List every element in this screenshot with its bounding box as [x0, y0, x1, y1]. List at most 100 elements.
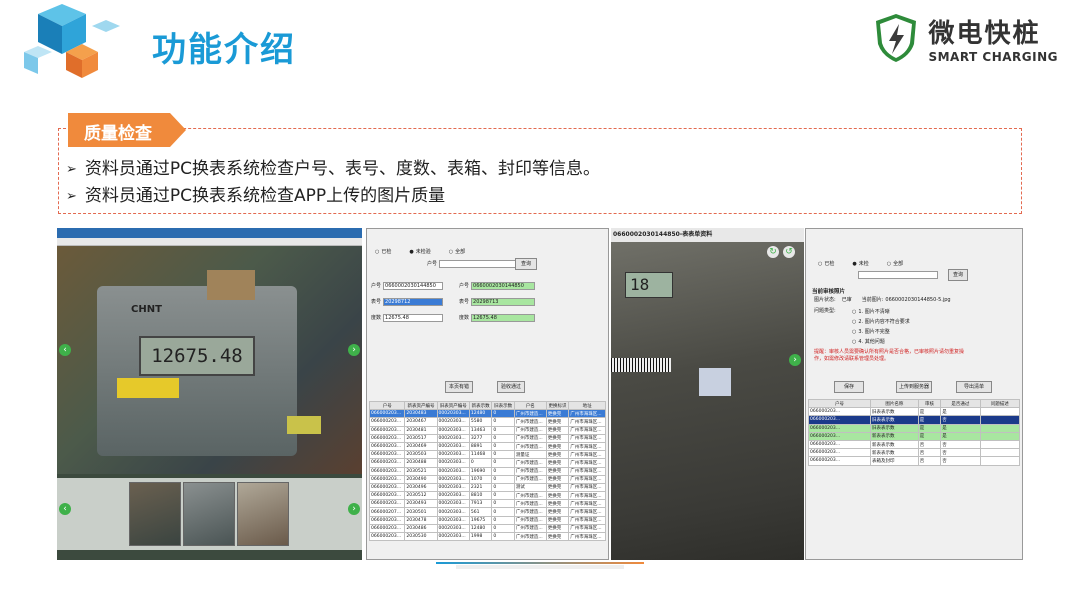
rotate-icon[interactable]: ↻	[767, 246, 779, 258]
table-cell: 2030503	[404, 450, 438, 460]
column-header[interactable]: 旧表示数	[491, 400, 515, 411]
thumbnail[interactable]	[183, 482, 235, 546]
next-arrow-icon[interactable]: ›	[348, 344, 360, 356]
table-cell: 0	[491, 466, 515, 476]
prev-arrow-icon[interactable]: ‹	[59, 344, 71, 356]
search-input[interactable]	[439, 259, 520, 268]
photo-header: 0660002030144850-表表单资料	[611, 228, 804, 242]
issue-option[interactable]: ○ 1. 图片不清晰	[852, 307, 890, 316]
table-cell: 00020303...	[436, 523, 470, 534]
table-cell: 066000203...	[808, 456, 871, 466]
new-reading-row: 度数 12675.48	[371, 313, 444, 322]
table-cell: 更换完	[545, 417, 570, 427]
column-header[interactable]: 户名	[513, 400, 547, 411]
table-cell: 066000203...	[808, 448, 871, 458]
table-cell: 0	[468, 458, 493, 468]
table-cell: 066000203...	[808, 423, 871, 433]
table-row[interactable]: 066000203... 2030488 00020303... 0 0 广州市建造...…	[368, 458, 606, 468]
issue-option[interactable]: ○ 4. 其他问题	[852, 337, 885, 346]
pass-button[interactable]: 验收通过	[497, 381, 525, 393]
column-header[interactable]: 是否通过	[940, 398, 981, 409]
table-cell: 是	[917, 431, 942, 441]
table-row[interactable]: 066000203... 旧表表示数是否	[808, 415, 1021, 425]
table-row[interactable]: 066000203... 2030512 00020303... 8810 0 广州市建造…	[368, 491, 606, 501]
next-arrow-icon[interactable]: ›	[348, 503, 360, 515]
table-cell: 066000203...	[368, 433, 406, 443]
table-cell: 广州市海珠区...	[568, 466, 606, 476]
thumbnail[interactable]	[237, 482, 289, 546]
column-header[interactable]: 新表资产编号	[404, 400, 438, 411]
table-row[interactable]: 066000203... 新表表示数否否	[808, 448, 1021, 458]
column-header[interactable]: 地址	[568, 400, 606, 411]
table-cell: 00020303...	[436, 450, 470, 460]
column-header[interactable]: 户号	[808, 398, 871, 409]
table-cell: 广州市建造...	[513, 499, 547, 509]
table-header-row: 户号 图片名称 审核 是否通过 问题描述	[808, 398, 1021, 409]
save-button[interactable]: 保存	[834, 381, 864, 393]
table-row[interactable]: 066000203... 2030469 00020303... 8891 0 广州市建造…	[368, 441, 606, 452]
table-cell: 066000203...	[368, 474, 406, 484]
table-cell: 更换完	[545, 523, 570, 534]
search-input[interactable]	[858, 270, 938, 279]
table-cell: 是	[940, 423, 981, 433]
export-button[interactable]: 导出清单	[956, 381, 992, 393]
table-row[interactable]: 066000203... 2030467 00020303... 5580 0 广州市建造…	[368, 417, 606, 427]
old-reading-row: 度数 12675.48	[459, 313, 536, 322]
table-row[interactable]: 066000203... 2030481 00020303... 13463 0 广州市建…	[368, 425, 606, 435]
column-header[interactable]: 新表示数	[468, 400, 493, 411]
table-cell: 066000203...	[808, 407, 871, 417]
table-row[interactable]: 066000203... 2030490 00020303... 1070 0 广州市建造…	[368, 474, 606, 484]
table-cell: 7913	[468, 499, 493, 509]
table-row[interactable]: 066000203... 2030530 00020303... 1998 0 广州市建造…	[368, 531, 606, 542]
column-header[interactable]: 更换标识	[545, 400, 570, 411]
table-cell: 更换完	[545, 425, 570, 435]
section-title: 当前审核照片	[812, 289, 846, 295]
column-header[interactable]: 图片名称	[869, 398, 919, 409]
table-cell: 广州市海珠区...	[568, 425, 606, 435]
prev-arrow-icon[interactable]: ‹	[59, 503, 71, 515]
radio-all[interactable]: ○	[449, 249, 453, 255]
query-button[interactable]: 查询	[515, 258, 537, 270]
table-row[interactable]: 066000203... 旧表表示数是是	[808, 407, 1021, 417]
column-header[interactable]: 问题描述	[979, 398, 1021, 409]
column-header[interactable]: 户号	[368, 400, 406, 411]
table-row[interactable]: 066000207... 2030501 00020303... 561 0 广州市建造.…	[368, 507, 606, 517]
table-row[interactable]: 066000203... 2030521 00020303... 19690 0 广州市建…	[368, 466, 606, 476]
table-cell: 广州市海珠区...	[568, 482, 606, 493]
table-row[interactable]: 066000203... 2030493 00020303... 7913 0 广州市建造…	[368, 499, 606, 509]
upload-button[interactable]: 上传到服务器	[896, 381, 932, 393]
thumbnail[interactable]	[129, 482, 181, 546]
table-cell: 更换完	[545, 433, 570, 443]
issue-option[interactable]: ○ 3. 图片不完整	[852, 327, 890, 336]
rotate-back-icon[interactable]: ↺	[783, 246, 795, 258]
table-cell: 广州市海珠区...	[568, 474, 606, 484]
table-row[interactable]: 066000203... 新表表示数是是	[808, 431, 1021, 441]
table-row[interactable]: 066000203... 旧表表示数是是	[808, 423, 1021, 433]
table-row[interactable]: 066000203... 2030483 00020303... 12480 0 广州市建…	[368, 409, 606, 419]
table-row[interactable]: 066000203... 2030496 00020303... 2321 0 测试 更换完…	[368, 482, 606, 493]
table-cell: 广州市建造...	[513, 523, 547, 534]
table-row[interactable]: 066000203... 表箱及封印否否	[808, 456, 1021, 466]
table-cell: 2030488	[404, 458, 438, 468]
table-cell: 066000203...	[368, 409, 406, 419]
error-button[interactable]: 本页有错	[445, 381, 473, 393]
next-arrow-icon[interactable]: ›	[789, 354, 801, 366]
table-cell: 2030493	[404, 499, 438, 509]
column-header[interactable]: 旧表资产编号	[436, 400, 470, 411]
table-cell: 广州市海珠区...	[568, 417, 606, 427]
table-row[interactable]: 066000203... 2030517 00020303... 3277 0 广州市建造…	[368, 433, 606, 443]
table-row[interactable]: 066000203... 2030486 00020303... 12480 0 广州市建…	[368, 523, 606, 534]
radio-checked-1[interactable]: ○	[375, 249, 379, 255]
table-cell: 否	[940, 415, 981, 425]
table-cell: 1070	[468, 474, 493, 484]
table-cell: 广州市建造...	[513, 474, 547, 484]
table-cell: 更换完	[545, 450, 570, 460]
radio-unchecked[interactable]: ●	[409, 249, 413, 255]
table-row[interactable]: 066000203... 2030478 00020303... 19675 0 广州市建…	[368, 515, 606, 525]
new-meter-row: 表号 20298712	[371, 297, 444, 306]
issue-option[interactable]: ○ 2. 图片内容不符合要求	[852, 317, 910, 326]
table-row[interactable]: 066000203... 新表表示数否否	[808, 439, 1021, 450]
column-header[interactable]: 审核	[917, 398, 942, 409]
table-row[interactable]: 066000203... 2030503 00020303... 11468 0 测量证更…	[368, 450, 606, 460]
query-button[interactable]: 查询	[948, 269, 968, 281]
